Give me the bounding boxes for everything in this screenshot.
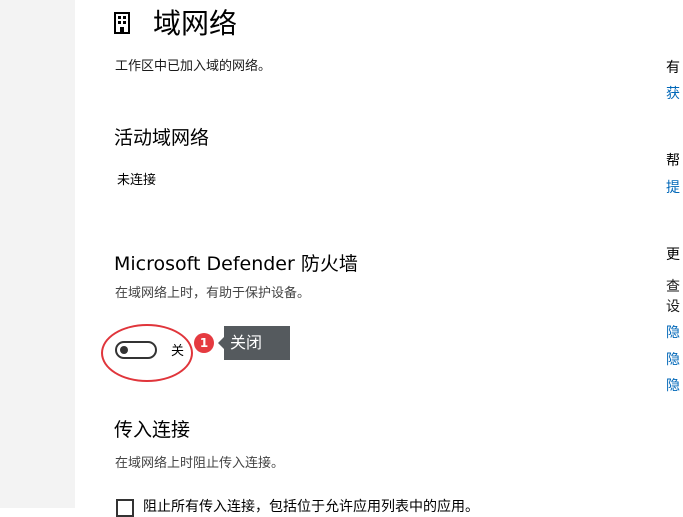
page-description: 工作区中已加入域的网络。	[115, 59, 272, 74]
related-link[interactable]: 获	[666, 85, 680, 103]
more-text-line: 查	[666, 279, 680, 295]
network-status: 未连接	[117, 173, 157, 188]
page-title: 域网络	[153, 7, 238, 40]
privacy-link[interactable]: 隐	[666, 351, 680, 369]
firewall-description: 在域网络上时，有助于保护设备。	[115, 286, 311, 301]
help-link[interactable]: 提	[666, 179, 680, 197]
more-text-line: 设	[666, 299, 680, 315]
incoming-connections-title: 传入连接	[114, 419, 191, 441]
block-incoming-checkbox-label[interactable]: 阻止所有传入连接，包括位于允许应用列表中的应用。	[143, 497, 479, 517]
building-icon	[114, 12, 130, 34]
annotation-tooltip: 关闭	[224, 326, 290, 360]
block-incoming-checkbox[interactable]	[116, 499, 134, 517]
more-heading: 更	[666, 247, 680, 263]
right-related-panel: 有 获 帮 提 更 查 设 隐 隐 隐	[655, 0, 683, 508]
annotation-step-badge: 1	[194, 333, 214, 353]
incoming-connections-description: 在域网络上时阻止传入连接。	[115, 456, 285, 471]
annotation-highlight-circle	[101, 324, 193, 382]
help-heading: 帮	[666, 153, 680, 169]
privacy-link[interactable]: 隐	[666, 377, 680, 395]
active-networks-title: 活动域网络	[114, 127, 210, 149]
main-content: 域网络 工作区中已加入域的网络。 活动域网络 未连接 Microsoft Def…	[0, 0, 640, 517]
privacy-link[interactable]: 隐	[666, 324, 680, 342]
firewall-title: Microsoft Defender 防火墙	[114, 253, 358, 275]
related-heading: 有	[666, 60, 680, 76]
